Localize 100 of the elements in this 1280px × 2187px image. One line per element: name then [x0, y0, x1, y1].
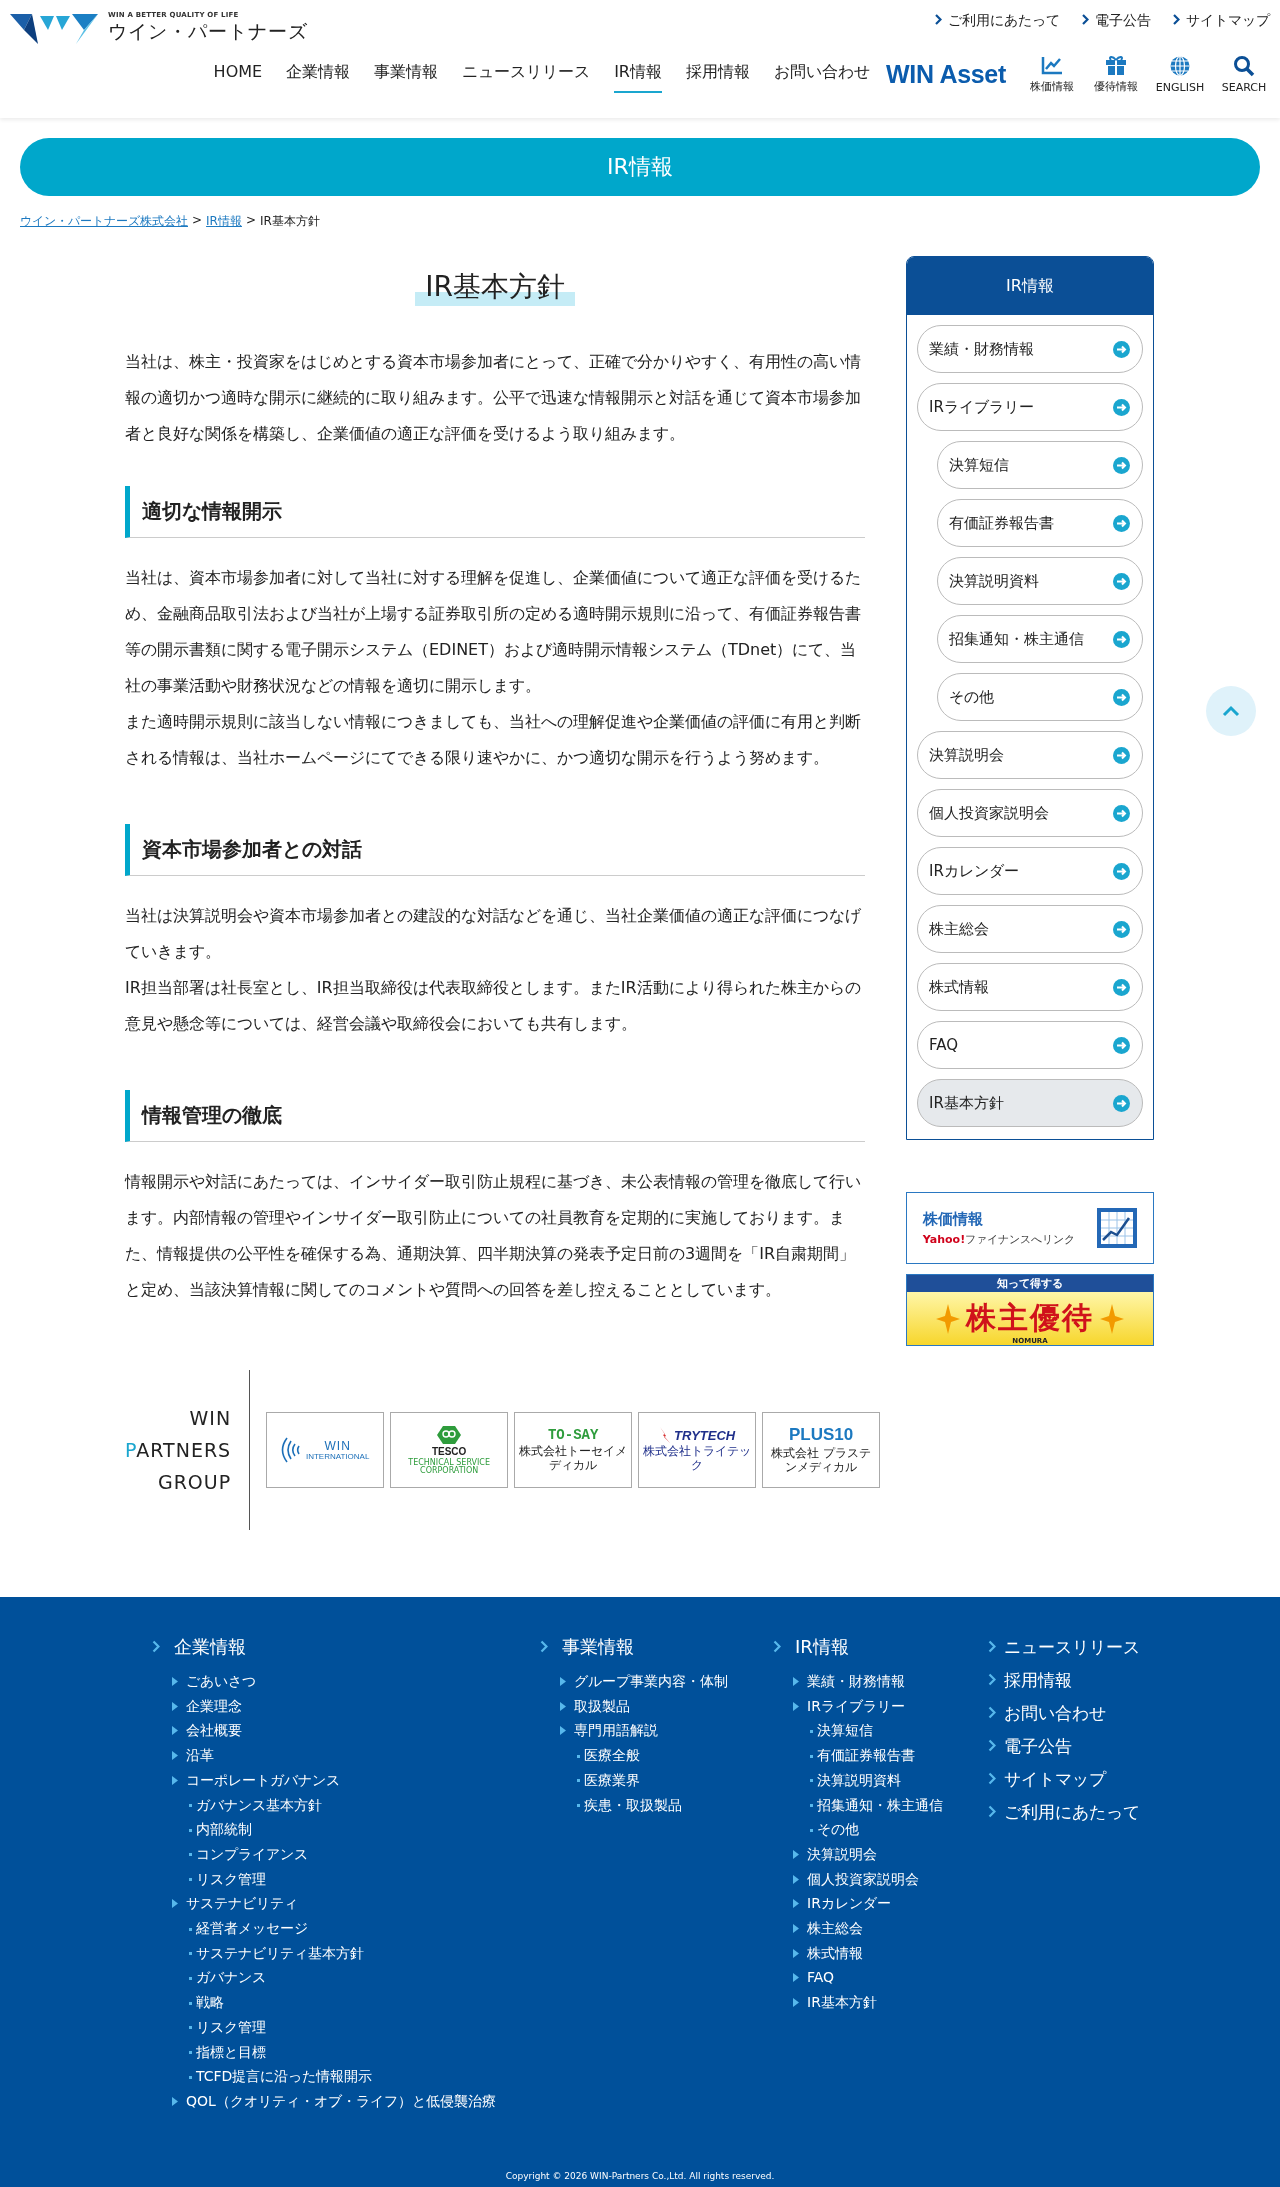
arrow-circle-icon — [1113, 804, 1130, 822]
footer-link[interactable]: 沿革 — [172, 1743, 540, 1768]
triangle-icon — [793, 1701, 799, 1711]
nav-link[interactable]: 採用情報 — [686, 56, 750, 93]
icon-link[interactable]: 優待情報 — [1090, 55, 1142, 94]
footer-link[interactable]: 経営者メッセージ — [172, 1916, 540, 1941]
triangle-icon — [172, 2096, 178, 2106]
breadcrumb-separator: > — [192, 213, 203, 229]
footer-link[interactable]: 決算説明資料 — [793, 1767, 988, 1793]
bullet-icon — [577, 1804, 580, 1807]
footer-link[interactable]: お問い合わせ — [988, 1701, 1140, 1726]
footer-link[interactable]: 企業理念 — [172, 1693, 540, 1719]
nav-link[interactable]: 事業情報 — [374, 56, 439, 93]
footer-link[interactable]: 取扱製品 — [560, 1693, 773, 1719]
footer-link[interactable]: 個人投資家説明会 — [793, 1866, 988, 1892]
triangle-icon — [172, 1751, 178, 1761]
bullet-icon — [189, 1828, 192, 1832]
section-heading: 適切な情報開示 — [125, 486, 865, 538]
footer-link[interactable]: IRライブラリー — [793, 1693, 988, 1719]
footer-heading-link[interactable]: 事業情報 — [540, 1635, 773, 1659]
sidebar-title: IR情報 — [907, 257, 1153, 315]
triangle-icon — [172, 1701, 178, 1711]
breadcrumb-link[interactable]: IR情報 — [206, 213, 242, 230]
partner-logo[interactable]: TESCO TECHNICAL SERVICE CORPORATION — [390, 1412, 509, 1488]
nav-link[interactable]: お問い合わせ — [774, 56, 870, 93]
footer-link[interactable]: 戦略 — [172, 1990, 540, 2015]
bullet-icon — [810, 1779, 813, 1783]
arrow-circle-icon — [1113, 630, 1130, 648]
footer-link[interactable]: IR基本方針 — [793, 1990, 988, 2015]
section-heading: 情報管理の徹底 — [125, 1090, 865, 1142]
chevron-icon — [988, 1706, 996, 1719]
footer-heading-link[interactable]: 企業情報 — [152, 1635, 540, 1659]
utility-link[interactable]: 電子公告 — [1082, 12, 1151, 55]
partner-logo[interactable]: PLUS10 株式会社 プラステンメディカル — [762, 1412, 881, 1488]
footer-link[interactable]: 株主総会 — [793, 1916, 988, 1941]
footer-link[interactable]: その他 — [793, 1817, 988, 1842]
partner-logo[interactable]: TRYTECH 株式会社トライテック — [638, 1412, 757, 1488]
utility-link[interactable]: ご利用にあたって — [935, 12, 1060, 55]
footer-link[interactable]: 株式情報 — [793, 1940, 988, 1966]
footer-link[interactable]: 有価証券報告書 — [793, 1743, 988, 1768]
footer-link[interactable]: 医療全般 — [560, 1743, 773, 1768]
icon-link[interactable]: SEARCH — [1218, 55, 1270, 94]
footer-link[interactable]: サイトマップ — [988, 1767, 1140, 1792]
triangle-icon — [560, 1726, 566, 1736]
footer-link[interactable]: ガバナンス基本方針 — [172, 1792, 540, 1818]
footer-link[interactable]: ご利用にあたって — [988, 1800, 1140, 1825]
company-name[interactable]: ウイン・パートナーズ — [108, 18, 308, 45]
footer-link[interactable]: サステナビリティ基本方針 — [172, 1940, 540, 1966]
footer-link[interactable]: 業績・財務情報 — [793, 1669, 988, 1694]
footer-link[interactable]: 招集通知・株主通信 — [793, 1792, 988, 1818]
partner-logo[interactable]: TO-SAY 株式会社トーセイメディカル — [514, 1412, 633, 1488]
icon-link[interactable]: ENGLISH — [1154, 55, 1206, 94]
utility-link[interactable]: サイトマップ — [1173, 12, 1270, 55]
footer-link[interactable]: コーポレートガバナンス — [172, 1767, 540, 1793]
footer-link[interactable]: リスク管理 — [172, 1866, 540, 1892]
triangle-icon — [793, 1973, 799, 1983]
chevron-icon — [152, 1640, 160, 1653]
footer-link[interactable]: グループ事業内容・体制 — [560, 1669, 773, 1694]
footer-link[interactable]: サステナビリティ — [172, 1891, 540, 1917]
footer-link[interactable]: 電子公告 — [988, 1734, 1140, 1759]
partner-logo[interactable]: WIN INTERNATIONAL — [266, 1412, 385, 1488]
footer-link[interactable]: 会社概要 — [172, 1718, 540, 1744]
nav-link[interactable]: ニュースリリース — [462, 56, 591, 93]
bullet-icon — [810, 1729, 813, 1733]
footer-link[interactable]: 指標と目標 — [172, 2039, 540, 2065]
footer-link[interactable]: ガバナンス — [172, 1965, 540, 1991]
footer-link[interactable]: 専門用語解説 — [560, 1718, 773, 1744]
footer-link[interactable]: QOL（クオリティ・オブ・ライフ）と低侵襲治療 — [172, 2088, 540, 2114]
footer-link[interactable]: ニュースリリース — [988, 1635, 1140, 1660]
footer-heading-link[interactable]: IR情報 — [773, 1635, 988, 1659]
footer-link[interactable]: IRカレンダー — [793, 1891, 988, 1917]
brand-link[interactable]: WIN Asset — [886, 60, 1006, 89]
gift-icon — [1105, 55, 1127, 75]
footer-link[interactable]: 決算短信 — [793, 1718, 988, 1744]
footer-link[interactable]: 疾患・取扱製品 — [560, 1792, 773, 1818]
stock-price-banner[interactable]: 株価情報 Yahoo!ファイナンスへリンク — [906, 1192, 1154, 1264]
group-title-line: PARTNERS — [125, 1439, 232, 1461]
bullet-icon — [189, 1976, 192, 1980]
arrow-circle-icon — [1113, 1036, 1130, 1054]
intro-paragraph: 当社は、株主・投資家をはじめとする資本市場参加者にとって、正確で分かりやすく、有用性の高い情報の適切かつ適時な開示に継続的に取り組みます。公平で迅速な情報開示と対話を通じて資本市場参加者と良好な関係を構築し、企業価値の適正な評価を受けるよう取り組みます。 — [125, 351, 862, 445]
triangle-icon — [560, 1677, 566, 1686]
arrow-circle-icon — [1113, 514, 1130, 532]
breadcrumb-link[interactable]: ウイン・パートナーズ株式会社 — [20, 213, 188, 230]
arrow-circle-icon — [1113, 398, 1130, 416]
nav-link[interactable]: 企業情報 — [286, 56, 351, 93]
chevron-icon — [988, 1739, 996, 1752]
icon-link[interactable]: 株価情報 — [1026, 55, 1078, 94]
footer-link[interactable]: 採用情報 — [988, 1668, 1140, 1693]
sidebar-link[interactable]: IR基本方針 — [917, 1079, 1143, 1127]
footer-link[interactable]: リスク管理 — [172, 2014, 540, 2040]
nav-link[interactable]: HOME — [213, 56, 263, 93]
footer-link[interactable]: FAQ — [793, 1965, 988, 1991]
footer-link[interactable]: ごあいさつ — [172, 1669, 540, 1694]
footer-link[interactable]: 医療業界 — [560, 1767, 773, 1793]
footer-link[interactable]: TCFD提言に沿った情報開示 — [172, 2064, 540, 2089]
nav-link[interactable]: IR情報 — [614, 56, 662, 93]
footer-link[interactable]: 内部統制 — [172, 1817, 540, 1842]
footer-link[interactable]: コンプライアンス — [172, 1841, 540, 1867]
hexagon-icon — [437, 1425, 462, 1444]
footer-link[interactable]: 決算説明会 — [793, 1841, 988, 1867]
